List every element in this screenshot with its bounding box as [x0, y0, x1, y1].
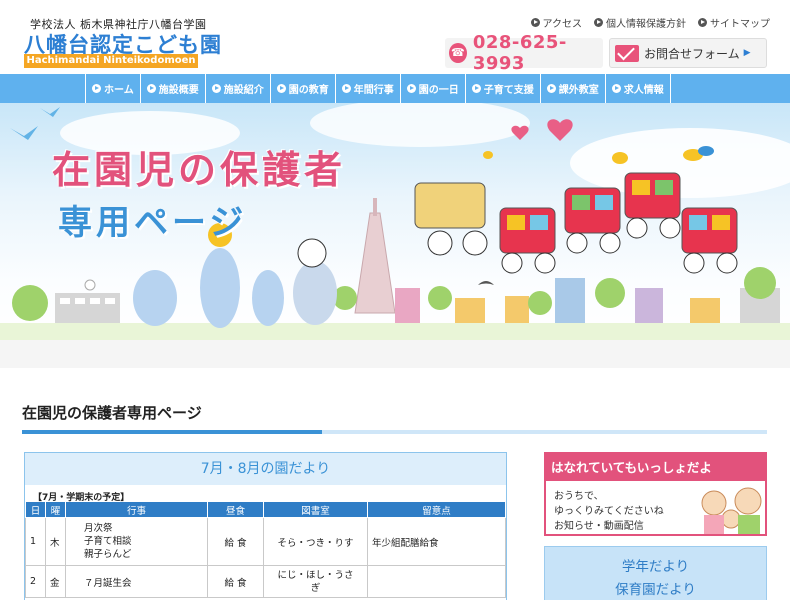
arrow-circle-icon — [546, 84, 556, 93]
library-line: ぎ — [310, 582, 321, 594]
cell-dow: 金 — [45, 565, 66, 598]
phone-number-box[interactable]: ☎ 028-625-3993 — [445, 32, 603, 74]
cell-note: 年少組配膳給食 — [367, 517, 506, 566]
hero-title: 在園児の保護者 — [52, 148, 347, 192]
nav-item-label: 求人情報 — [623, 85, 664, 96]
family-illustration — [701, 487, 762, 534]
arrow-circle-icon — [341, 84, 351, 93]
nav-item-facilities[interactable]: 施設紹介 — [204, 74, 270, 103]
cell-library: にじ・ほし・うさ ぎ — [263, 565, 368, 598]
nav-item-education[interactable]: 園の教育 — [269, 74, 335, 103]
contact-form-label: お問合せフォーム — [644, 46, 740, 61]
cell-note — [367, 565, 506, 598]
banner-title: はなれていてもいっしょだよ — [546, 454, 765, 481]
arrow-circle-icon — [406, 84, 416, 93]
arrow-circle-icon — [211, 84, 221, 93]
arrow-circle-icon — [92, 84, 101, 93]
video-banner[interactable]: はなれていてもいっしょだよ おうちで、 ゆっくりみてくださいね お知らせ・動画配… — [544, 452, 767, 536]
link-sitemap-label: サイトマップ — [710, 19, 770, 30]
newsletter-heading: 7月・8月の園だより — [25, 453, 506, 485]
link-sitemap[interactable]: サイトマップ — [698, 15, 770, 30]
newsletter-link-box[interactable]: 学年だより 保育園だより — [544, 546, 767, 600]
arrow-circle-icon — [276, 84, 286, 93]
nav-item-label: 子育て支援 — [483, 85, 534, 96]
cell-event: ７月誕生会 — [65, 565, 208, 598]
nav-item-classes[interactable]: 課外教室 — [539, 74, 605, 103]
column-header: 日 — [25, 501, 46, 518]
grade-newsletter-link[interactable]: 学年だより — [622, 555, 689, 575]
nav-item-label: ホーム — [104, 85, 134, 96]
cell-lunch: 給 食 — [207, 565, 264, 598]
phone-icon: ☎ — [449, 43, 467, 63]
logo-subtitle: Hachimandai Ninteikodomoen — [24, 54, 198, 68]
banner-line: おうちで、 — [554, 491, 604, 502]
nav-item-daily[interactable]: 園の一日 — [399, 74, 465, 103]
nav-item-home[interactable]: ホーム — [85, 74, 140, 103]
cell-library: そら・つき・りす — [263, 517, 368, 566]
cell-dow: 木 — [45, 517, 66, 566]
schedule-subheading: 【7月・学期末の予定】 — [33, 493, 130, 503]
event-line: 月次祭 — [84, 523, 113, 534]
link-privacy-label: 個人情報保護方針 — [606, 19, 686, 30]
library-line: にじ・ほし・うさ — [277, 569, 354, 581]
event-line: 子育て相談 — [84, 536, 132, 547]
link-access[interactable]: アクセス — [530, 15, 583, 30]
nav-item-jobs[interactable]: 求人情報 — [604, 74, 671, 103]
nav-item-label: 園の教育 — [288, 85, 329, 96]
banner-line: お知らせ・動画配信 — [554, 521, 644, 532]
arrow-circle-icon — [594, 18, 603, 27]
column-header: 行事 — [65, 501, 208, 518]
site-header: 学校法人 栃木県神社庁八幡台学園 八幡台認定こども園 Hachimandai N… — [0, 0, 790, 74]
link-privacy[interactable]: 個人情報保護方針 — [594, 15, 686, 30]
column-header: 図書室 — [263, 501, 368, 518]
hero-bottom-band — [0, 340, 790, 368]
banner-line: ゆっくりみてくださいね — [554, 506, 664, 517]
column-header: 昼食 — [207, 501, 264, 518]
link-access-label: アクセス — [542, 19, 583, 30]
table-row: 1 木 月次祭 子育て相談 親子らんど 給 食 そら・つき・りす 年少組配膳給食 — [25, 517, 506, 566]
arrow-circle-icon — [471, 84, 481, 93]
column-header: 曜 — [45, 501, 66, 518]
page-title: 在園児の保護者専用ページ — [22, 404, 202, 422]
nav-item-label: 施設紹介 — [223, 85, 264, 96]
nursery-newsletter-link[interactable]: 保育園だより — [615, 578, 696, 598]
title-divider — [22, 430, 767, 434]
hero-subtitle: 専用ページ — [58, 203, 248, 243]
arrow-circle-icon — [146, 84, 156, 93]
main-nav: ホーム 施設概要 施設紹介 園の教育 年間行事 園の一日 子育て支援 課外教室 … — [0, 74, 790, 103]
nav-item-label: 課外教室 — [558, 85, 599, 96]
page: 学校法人 栃木県神社庁八幡台学園 八幡台認定こども園 Hachimandai N… — [0, 0, 790, 600]
arrow-circle-icon — [698, 18, 707, 27]
contact-form-button[interactable]: お問合せフォーム ▶ — [609, 38, 767, 68]
arrow-circle-icon — [530, 18, 540, 27]
nav-item-label: 園の一日 — [418, 85, 459, 96]
utility-nav: アクセス 個人情報保護方針 サイトマップ — [530, 15, 770, 30]
newsletter-box: 7月・8月の園だより 【7月・学期末の予定】 日 曜 行事 昼食 図書室 留意点… — [24, 452, 507, 600]
table-row: 2 金 ７月誕生会 給 食 にじ・ほし・うさ ぎ — [25, 565, 506, 598]
mail-icon — [615, 44, 639, 62]
cell-lunch: 給 食 — [207, 517, 264, 566]
phone-number: 028-625-3993 — [472, 32, 567, 74]
cell-event: 月次祭 子育て相談 親子らんど — [65, 517, 208, 566]
nav-item-label: 年間行事 — [353, 85, 394, 96]
event-line: 親子らんど — [84, 549, 132, 560]
cell-day: 1 — [25, 517, 46, 566]
column-header: 留意点 — [367, 501, 506, 518]
nav-item-support[interactable]: 子育て支援 — [464, 74, 540, 103]
table-header-row: 日 曜 行事 昼食 図書室 留意点 — [25, 501, 506, 518]
nav-item-label: 施設概要 — [158, 85, 199, 96]
arrow-circle-icon — [611, 84, 621, 93]
chevron-right-icon: ▶ — [743, 48, 751, 58]
schedule-table: 日 曜 行事 昼食 図書室 留意点 1 木 月次祭 子育て相談 親子らんど 給 … — [25, 501, 506, 598]
hero-banner: 在園児の保護者 専用ページ — [0, 103, 790, 340]
nav-item-events[interactable]: 年間行事 — [334, 74, 400, 103]
nav-item-overview[interactable]: 施設概要 — [139, 74, 205, 103]
cell-day: 2 — [25, 565, 46, 598]
